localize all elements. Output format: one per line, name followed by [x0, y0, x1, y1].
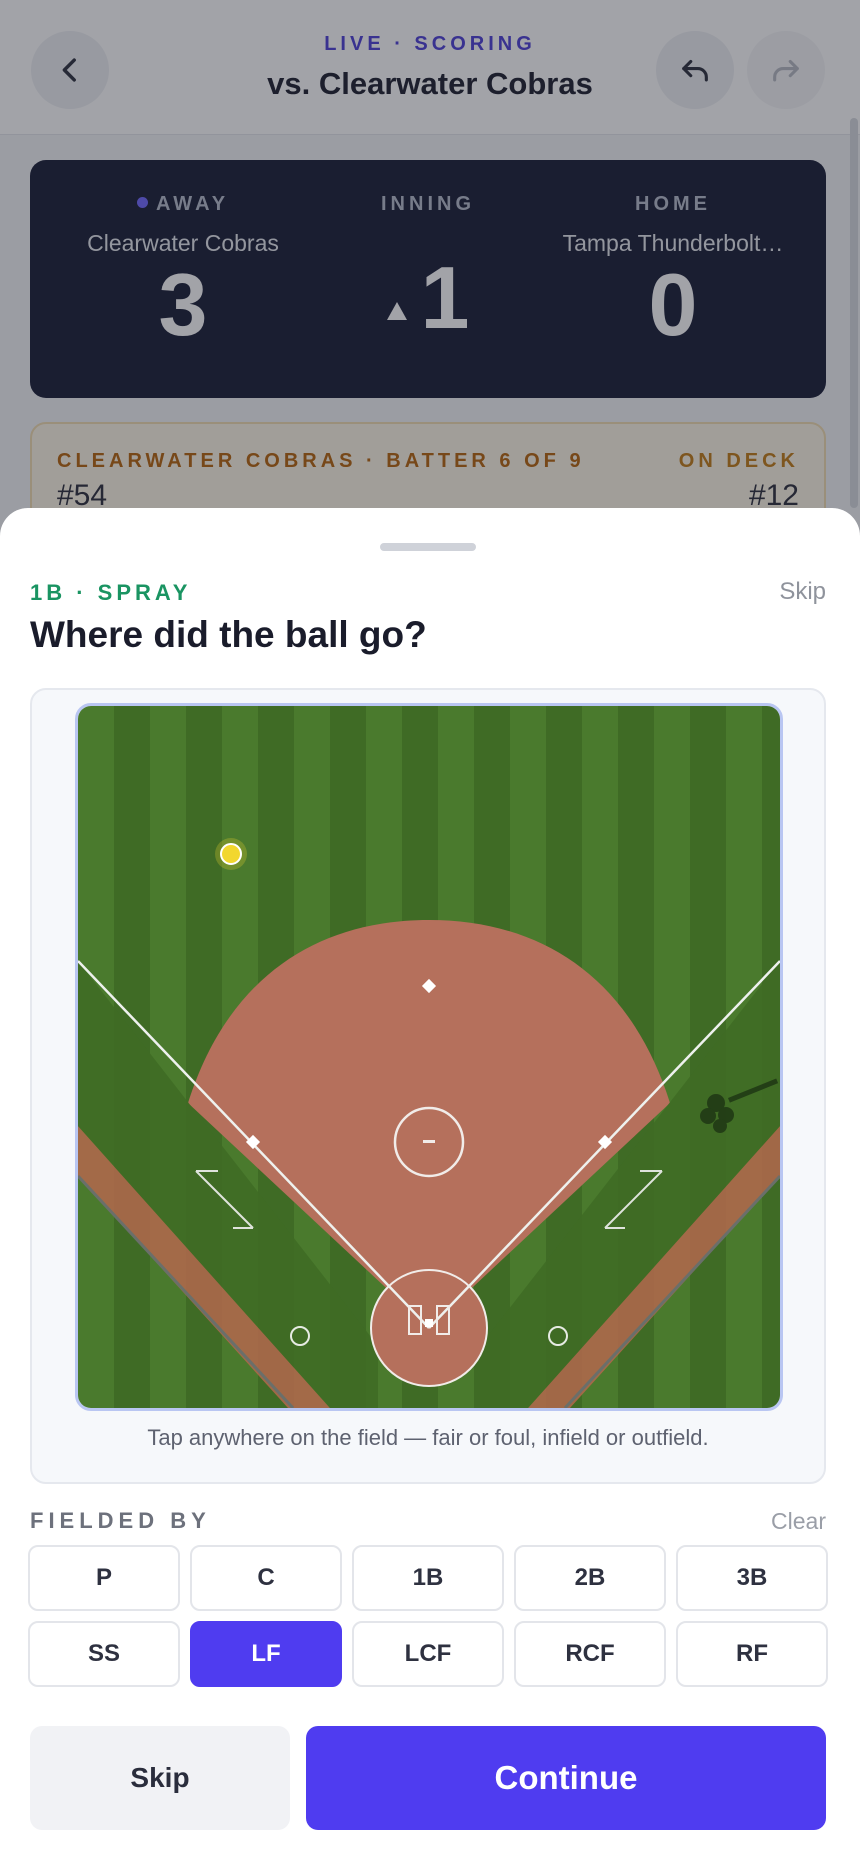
- sheet-drag-handle[interactable]: [380, 543, 476, 551]
- spray-chart-sheet: 1B · SPRAY Skip Where did the ball go? T…: [0, 508, 860, 1860]
- skip-button[interactable]: Skip: [30, 1726, 290, 1830]
- sheet-title: Where did the ball go?: [30, 614, 427, 655]
- field-hint: Tap anywhere on the field — fair or foul…: [147, 1425, 709, 1450]
- ball-marker[interactable]: [220, 843, 242, 865]
- scrollbar[interactable]: [850, 118, 858, 508]
- pitchers-plate: [423, 1140, 435, 1143]
- position-button-1b[interactable]: 1B: [352, 1545, 504, 1611]
- field-diagram[interactable]: [78, 706, 780, 1408]
- field-card: Tap anywhere on the field — fair or foul…: [30, 688, 826, 1484]
- home-plate: [425, 1319, 433, 1327]
- continue-button[interactable]: Continue: [306, 1726, 826, 1830]
- position-button-lf[interactable]: LF: [190, 1621, 342, 1687]
- clear-fielder-button[interactable]: Clear: [771, 1508, 826, 1535]
- sheet-skip-link[interactable]: Skip: [779, 578, 826, 606]
- position-button-rcf[interactable]: RCF: [514, 1621, 666, 1687]
- position-button-2b[interactable]: 2B: [514, 1545, 666, 1611]
- sheet-kicker: 1B · SPRAY: [30, 580, 192, 605]
- position-button-3b[interactable]: 3B: [676, 1545, 828, 1611]
- position-button-ss[interactable]: SS: [28, 1621, 180, 1687]
- spray-field[interactable]: [75, 703, 783, 1411]
- position-button-p[interactable]: P: [28, 1545, 180, 1611]
- fielded-by-label: FIELDED BY: [30, 1508, 211, 1533]
- position-button-lcf[interactable]: LCF: [352, 1621, 504, 1687]
- position-button-rf[interactable]: RF: [676, 1621, 828, 1687]
- position-button-c[interactable]: C: [190, 1545, 342, 1611]
